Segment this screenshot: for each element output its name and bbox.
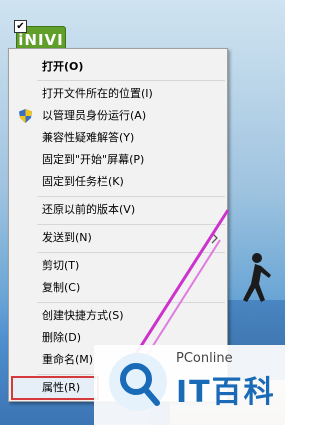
magnifier-icon [120,363,160,406]
watermark: PConline IT百科 [94,345,285,425]
watermark-brand: PConline [176,351,233,366]
watermark-title: IT百科 [176,375,276,410]
